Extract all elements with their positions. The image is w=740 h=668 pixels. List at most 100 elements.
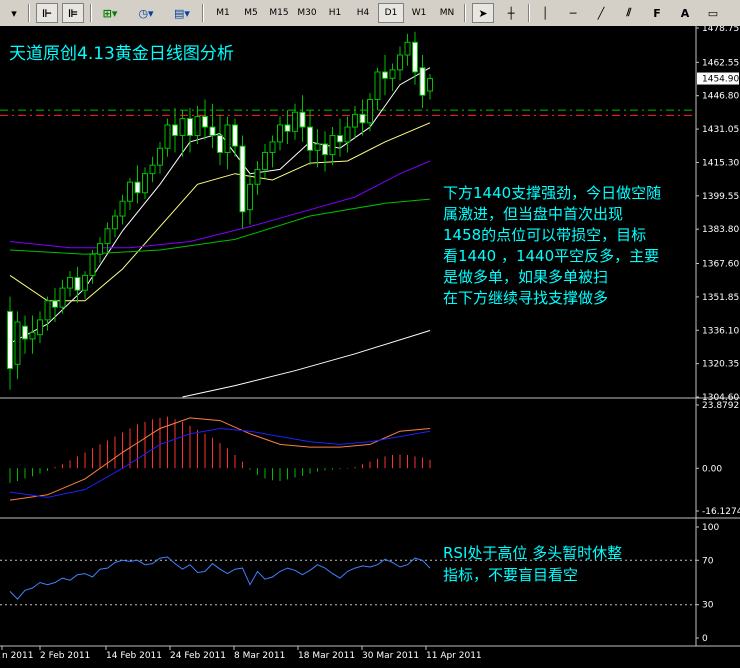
rsi-annotation-line-1: RSI处于高位 多头暂时休整 bbox=[443, 544, 622, 562]
candle-body bbox=[307, 126, 313, 151]
price-tick-label: 1320.35 bbox=[702, 360, 739, 370]
candle-body bbox=[374, 71, 381, 101]
timeframe-m1-button[interactable]: M1 bbox=[210, 3, 236, 23]
fibonacci-icon[interactable]: F bbox=[646, 3, 668, 23]
candle-body bbox=[232, 124, 238, 147]
timeframe-m15-button[interactable]: M15 bbox=[266, 3, 292, 23]
candle-body bbox=[67, 276, 73, 289]
new-chart-icon[interactable]: ⊞▾ bbox=[96, 3, 124, 23]
autoscroll-icon[interactable]: ⊩ bbox=[36, 3, 58, 23]
candle-body bbox=[247, 183, 253, 211]
vertical-line-icon[interactable]: │ bbox=[534, 3, 556, 23]
trendline-icon[interactable]: ╱ bbox=[590, 3, 612, 23]
candle-body bbox=[314, 143, 321, 151]
candle-body bbox=[14, 321, 21, 365]
price-tick-label: 1462.55 bbox=[702, 58, 739, 68]
price-tick-label: 1478.75 bbox=[702, 26, 739, 34]
candle-body bbox=[134, 181, 141, 194]
timeframe-w1-button[interactable]: W1 bbox=[406, 3, 432, 23]
analysis-line-6: 在下方继续寻找支撑做多 bbox=[443, 289, 608, 307]
timeframe-mn-button[interactable]: MN bbox=[434, 3, 460, 23]
clock-icon[interactable]: ◷▾ bbox=[132, 3, 160, 23]
macd-tick-label: 23.8792 bbox=[702, 401, 739, 411]
x-axis-date-label: 8 Mar 2011 bbox=[234, 651, 285, 661]
candle-body bbox=[389, 69, 396, 79]
macd-tick-label: 0.00 bbox=[702, 464, 722, 474]
chart-shift-icon[interactable]: ⊫ bbox=[62, 3, 84, 23]
candle-body bbox=[352, 113, 358, 128]
candle-body bbox=[277, 124, 283, 143]
x-axis-date-label: 30 Mar 2011 bbox=[362, 651, 419, 661]
timeframe-m5-button[interactable]: M5 bbox=[238, 3, 264, 23]
timeframe-m30-button[interactable]: M30 bbox=[294, 3, 320, 23]
candle-body bbox=[172, 124, 178, 137]
toolbar: ▾ ⊩ ⊫ ⊞▾ ◷▾ ▤▾ M1 M5 M15 M30 H1 H4 D1 W1 MN ➤ ┼ … bbox=[0, 0, 740, 27]
text-label-icon[interactable]: ▭ bbox=[702, 3, 724, 23]
cursor-icon[interactable]: ➤ bbox=[472, 3, 494, 23]
candle-body bbox=[187, 118, 193, 137]
candle-body bbox=[194, 115, 201, 137]
candle-body bbox=[142, 173, 148, 194]
price-tick-label: 1431.05 bbox=[702, 125, 739, 135]
candle-body bbox=[119, 200, 126, 217]
candle-body bbox=[299, 111, 306, 128]
analysis-line-4: 看1440 ，1440平空反多，主要 bbox=[443, 247, 659, 265]
candle-body bbox=[59, 287, 66, 308]
toolbar-separator bbox=[202, 4, 204, 22]
chart-svg[interactable]: 1478.75 1462.55 1446.80 1431.05 1415.30 1399.… bbox=[0, 24, 740, 664]
candle-body bbox=[344, 126, 351, 143]
dropdown-arrow-icon[interactable]: ▾ bbox=[4, 3, 24, 23]
candle-body bbox=[292, 111, 298, 132]
x-axis-date-label: 11 Apr 2011 bbox=[426, 651, 482, 661]
price-tick-label: 1336.10 bbox=[702, 326, 739, 336]
candle-body bbox=[209, 126, 216, 137]
candle-body bbox=[419, 67, 426, 96]
candle-body bbox=[97, 243, 103, 255]
candle-body bbox=[254, 168, 261, 185]
crosshair-icon[interactable]: ┼ bbox=[500, 3, 522, 23]
templates-icon[interactable]: ▤▾ bbox=[168, 3, 196, 23]
current-price-label: 1454.90 bbox=[702, 75, 739, 85]
channel-icon[interactable]: ⫽ bbox=[618, 3, 640, 23]
candle-body bbox=[359, 113, 366, 124]
candle-body bbox=[337, 135, 343, 143]
candle-body bbox=[179, 118, 186, 137]
candle-body bbox=[239, 145, 246, 213]
candle-body bbox=[329, 135, 336, 156]
x-axis-date-label: 18 Mar 2011 bbox=[298, 651, 355, 661]
timeframe-h4-button[interactable]: H4 bbox=[350, 3, 376, 23]
candle-body bbox=[127, 181, 133, 202]
candle-body bbox=[149, 164, 156, 175]
price-tick-label: 1399.55 bbox=[702, 192, 739, 202]
candle-body bbox=[284, 124, 291, 132]
analysis-line-3: 1458的点位可以带损空，目标 bbox=[443, 226, 646, 244]
candle-body bbox=[217, 135, 223, 153]
candle-body bbox=[412, 41, 418, 73]
candle-body bbox=[397, 54, 403, 71]
rsi-annotation-line-2: 指标，不要盲目看空 bbox=[443, 566, 578, 584]
timeframe-h1-button[interactable]: H1 bbox=[322, 3, 348, 23]
candle-body bbox=[367, 99, 373, 124]
candle-body bbox=[164, 124, 171, 149]
candle-body bbox=[269, 141, 276, 153]
analysis-line-1: 下方1440支撑强劲，今日做空随 bbox=[443, 184, 661, 202]
candle-body bbox=[157, 147, 163, 166]
horizontal-line-icon[interactable]: ─ bbox=[562, 3, 584, 23]
chart-area[interactable]: 1478.75 1462.55 1446.80 1431.05 1415.30 1399.… bbox=[0, 24, 740, 664]
toolbar-separator bbox=[90, 4, 92, 22]
candle-body bbox=[202, 115, 208, 128]
candle-body bbox=[89, 253, 96, 276]
timeframe-d1-button[interactable]: D1 bbox=[378, 3, 404, 23]
price-tick-label: 1446.80 bbox=[702, 92, 739, 102]
candle-body bbox=[74, 276, 81, 291]
candle-body bbox=[82, 274, 88, 291]
candle-body bbox=[322, 143, 328, 156]
candle-body bbox=[262, 151, 268, 170]
price-tick-label: 1367.60 bbox=[702, 260, 739, 270]
text-label-button[interactable]: A bbox=[674, 3, 696, 23]
candle-body bbox=[7, 310, 13, 370]
rsi-tick-label: 70 bbox=[702, 556, 714, 566]
chart-title-annotation: 天道原创4.13黄金日线图分析 bbox=[9, 44, 234, 64]
rsi-tick-label: 30 bbox=[702, 601, 714, 611]
candle-body bbox=[427, 78, 433, 92]
